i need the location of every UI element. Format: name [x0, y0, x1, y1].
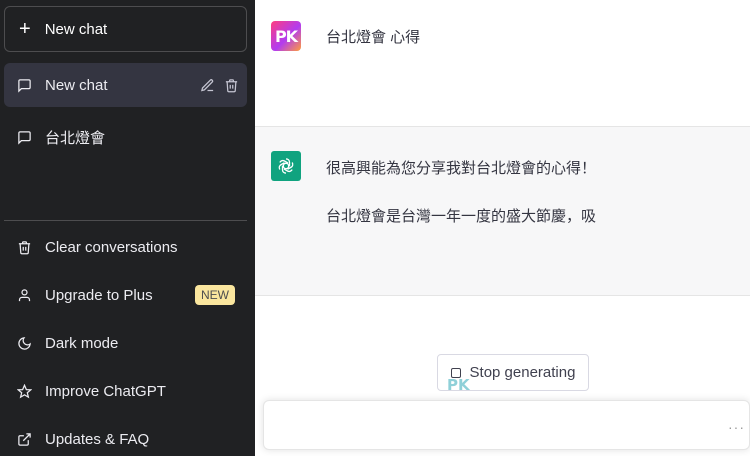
chat-main: PK 台北燈會 心得 很高興能為您分享我對台北燈會的心得！ 台北燈會是台灣一年一… — [255, 0, 750, 456]
sidebar-divider — [4, 220, 247, 221]
new-chat-button[interactable]: + New chat — [4, 6, 247, 52]
more-dots-icon: ··· — [728, 419, 745, 435]
conversation-item[interactable]: 台北燈會 — [4, 115, 247, 159]
improve-chatgpt-button[interactable]: Improve ChatGPT — [4, 369, 247, 413]
assistant-message-row: 很高興能為您分享我對台北燈會的心得！ 台北燈會是台灣一年一度的盛大節慶，吸 — [255, 127, 750, 296]
menu-label: Clear conversations — [45, 238, 178, 256]
conversation-item-active[interactable]: New chat — [4, 63, 247, 107]
watermark-logo: PK — [447, 376, 470, 394]
message-input[interactable]: ··· — [263, 400, 750, 450]
conversation-label: 台北燈會 — [45, 129, 106, 147]
user-message: 台北燈會 心得 — [326, 29, 421, 46]
stop-label: Stop generating — [469, 364, 576, 381]
assistant-message: 很高興能為您分享我對台北燈會的心得！ 台北燈會是台灣一年一度的盛大節慶，吸 — [326, 157, 596, 253]
updates-faq-link[interactable]: Updates & FAQ — [4, 417, 247, 456]
menu-label: Upgrade to Plus — [45, 286, 153, 304]
chat-bubble-icon — [16, 77, 32, 93]
edit-icon[interactable] — [199, 77, 215, 93]
menu-label: Updates & FAQ — [45, 430, 150, 448]
assistant-paragraph: 台北燈會是台灣一年一度的盛大節慶，吸 — [326, 208, 597, 225]
trash-icon — [16, 239, 32, 255]
sidebar: + New chat New chat 台北燈會 Clear conversat… — [2, 0, 253, 456]
delete-icon[interactable] — [223, 77, 239, 93]
chatgpt-logo-icon — [271, 151, 301, 181]
conversation-label: New chat — [45, 76, 108, 94]
plus-icon: + — [19, 18, 31, 40]
menu-label: Improve ChatGPT — [45, 382, 166, 400]
new-badge: NEW — [195, 285, 235, 305]
star-icon — [16, 383, 32, 399]
new-chat-label: New chat — [44, 20, 108, 38]
menu-label: Dark mode — [45, 334, 119, 352]
user-message-row: PK 台北燈會 心得 — [255, 0, 750, 127]
upgrade-to-plus-button[interactable]: Upgrade to Plus NEW — [4, 273, 247, 317]
dark-mode-button[interactable]: Dark mode — [4, 321, 247, 365]
user-avatar: PK — [271, 21, 301, 51]
chat-bubble-icon — [16, 129, 32, 145]
assistant-paragraph: 很高興能為您分享我對台北燈會的心得！ — [326, 160, 597, 177]
external-link-icon — [16, 431, 32, 447]
user-icon — [16, 287, 32, 303]
moon-icon — [16, 335, 32, 351]
conversation-actions — [199, 77, 239, 93]
app-window: + New chat New chat 台北燈會 Clear conversat… — [0, 0, 750, 456]
clear-conversations-button[interactable]: Clear conversations — [4, 225, 247, 269]
